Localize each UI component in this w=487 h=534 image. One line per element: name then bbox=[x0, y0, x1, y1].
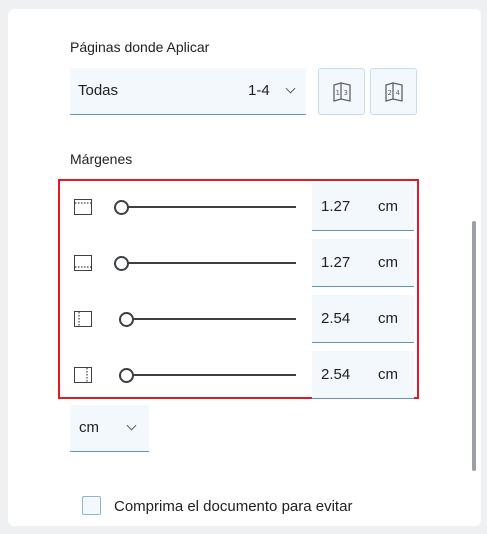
svg-text:1: 1 bbox=[336, 89, 340, 97]
left-margin-value: 2.54 bbox=[321, 310, 351, 327]
margins-highlight-box: 1.27 cm 1.27 cm 2.54 cm 2.54 cm bbox=[58, 179, 419, 399]
top-margin-unit: cm bbox=[378, 198, 398, 215]
odd-pages-icon: 1 3 bbox=[333, 82, 351, 102]
bottom-margin-unit: cm bbox=[378, 254, 398, 271]
bottom-margin-slider[interactable] bbox=[120, 262, 296, 264]
svg-text:4: 4 bbox=[396, 89, 401, 97]
compress-checkbox-label: Comprima el documento para evitar bbox=[114, 498, 353, 515]
bottom-margin-value: 1.27 bbox=[321, 254, 351, 271]
right-margin-unit: cm bbox=[378, 366, 398, 383]
left-margin-field[interactable]: 2.54 cm bbox=[312, 295, 414, 343]
top-margin-field[interactable]: 1.27 cm bbox=[312, 183, 414, 231]
right-margin-field[interactable]: 2.54 cm bbox=[312, 351, 414, 399]
pages-dropdown[interactable]: Todas 1-4 bbox=[70, 68, 306, 115]
even-pages-button[interactable]: 2 4 bbox=[370, 68, 417, 115]
right-margin-value: 2.54 bbox=[321, 366, 351, 383]
margin-row-right: 2.54 cm bbox=[60, 351, 417, 399]
margin-row-top: 1.27 cm bbox=[60, 183, 417, 231]
pages-dropdown-value: Todas bbox=[78, 82, 119, 99]
right-margin-slider-thumb[interactable] bbox=[119, 368, 135, 383]
even-pages-icon: 2 4 bbox=[385, 82, 403, 102]
pages-range: 1-4 bbox=[248, 82, 270, 99]
units-dropdown[interactable]: cm bbox=[70, 405, 149, 452]
left-margin-slider[interactable] bbox=[120, 318, 296, 320]
left-margin-icon bbox=[74, 311, 92, 327]
left-margin-unit: cm bbox=[378, 310, 398, 327]
top-margin-value: 1.27 bbox=[321, 198, 351, 215]
units-dropdown-value: cm bbox=[79, 419, 99, 436]
compress-checkbox[interactable] bbox=[82, 496, 101, 515]
margin-row-bottom: 1.27 cm bbox=[60, 239, 417, 287]
bottom-margin-slider-thumb[interactable] bbox=[114, 256, 129, 271]
chevron-down-icon bbox=[126, 420, 137, 431]
right-margin-slider[interactable] bbox=[120, 374, 296, 376]
top-margin-icon bbox=[74, 199, 92, 215]
margins-section-label: Márgenes bbox=[70, 151, 133, 167]
bottom-margin-field[interactable]: 1.27 cm bbox=[312, 239, 414, 287]
svg-text:2: 2 bbox=[388, 89, 392, 97]
vertical-scrollbar[interactable] bbox=[472, 221, 476, 471]
odd-pages-button[interactable]: 1 3 bbox=[318, 68, 365, 115]
pages-section-label: Páginas donde Aplicar bbox=[70, 39, 210, 55]
right-margin-icon bbox=[74, 367, 92, 383]
bottom-margin-icon bbox=[74, 255, 92, 271]
print-settings-panel: Páginas donde Aplicar Todas 1-4 1 3 2 4 … bbox=[8, 9, 481, 526]
margin-row-left: 2.54 cm bbox=[60, 295, 417, 343]
top-margin-slider[interactable] bbox=[120, 206, 296, 208]
svg-text:3: 3 bbox=[344, 89, 348, 97]
top-margin-slider-thumb[interactable] bbox=[114, 200, 129, 215]
chevron-down-icon bbox=[285, 83, 296, 94]
left-margin-slider-thumb[interactable] bbox=[119, 312, 135, 327]
